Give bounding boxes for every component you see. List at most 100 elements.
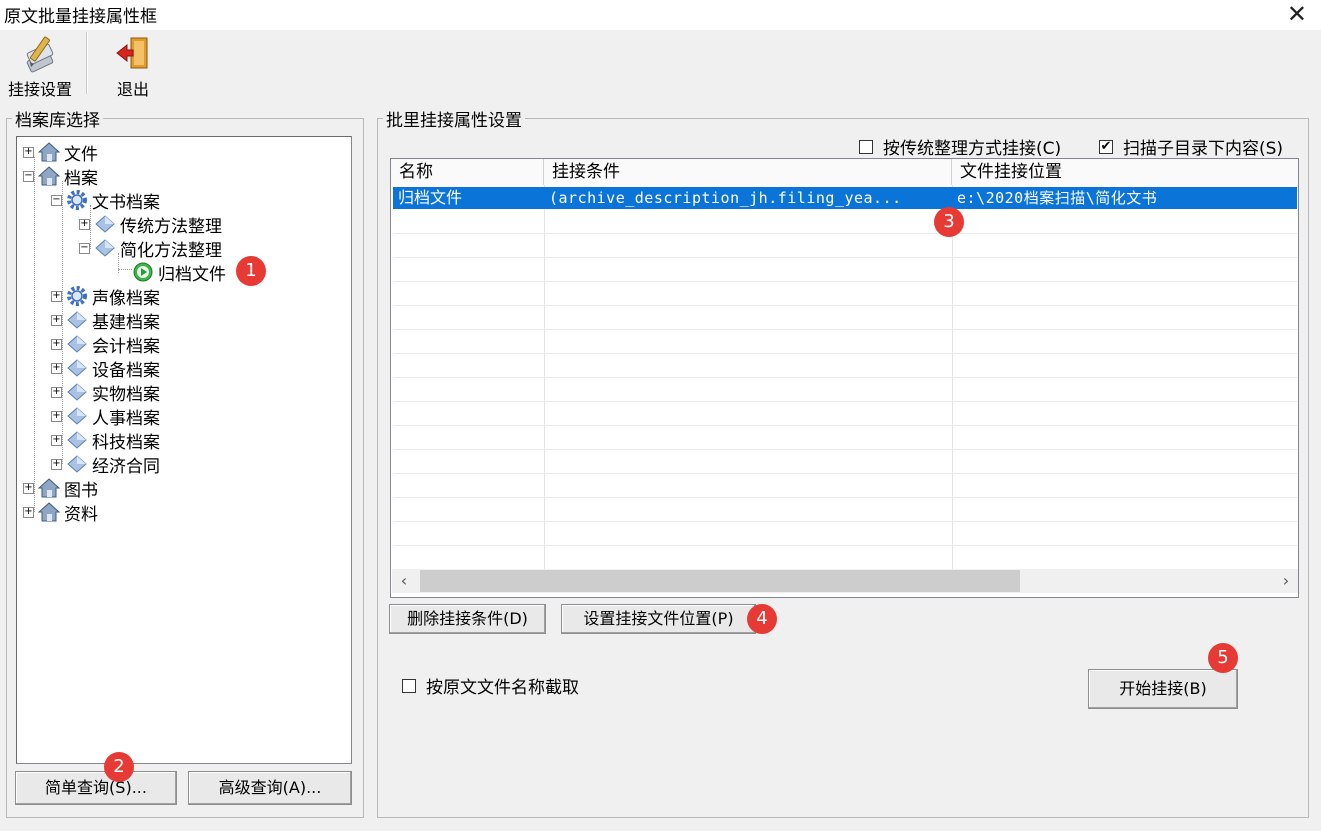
gear-icon bbox=[66, 285, 88, 307]
grid-row-line bbox=[393, 233, 1297, 234]
expand-toggle[interactable]: + bbox=[51, 386, 62, 398]
expand-toggle[interactable]: + bbox=[51, 290, 62, 302]
tree-node-tushu[interactable]: + 图书 bbox=[23, 476, 98, 501]
scroll-left-icon[interactable]: ‹ bbox=[392, 569, 416, 593]
attach-settings-button[interactable]: 挂接设置 bbox=[2, 34, 78, 100]
expand-toggle[interactable]: + bbox=[23, 506, 34, 518]
delete-condition-button[interactable]: 删除挂接条件(D) bbox=[389, 604, 546, 634]
tree-node-label: 会计档案 bbox=[92, 336, 160, 357]
start-attach-label: 开始挂接(B) bbox=[1119, 679, 1207, 698]
column-header-condition[interactable]: 挂接条件 bbox=[544, 159, 952, 185]
tree-node-ziliao[interactable]: + 资料 bbox=[23, 500, 98, 525]
toolbar: 挂接设置 退出 bbox=[0, 30, 1321, 100]
column-header-location[interactable]: 文件挂接位置 bbox=[952, 159, 1298, 185]
diamond-icon bbox=[66, 381, 88, 403]
tree-line bbox=[34, 157, 35, 512]
expand-toggle[interactable]: + bbox=[51, 362, 62, 374]
tree-node-label: 基建档案 bbox=[92, 312, 160, 333]
archive-library-title: 档案库选择 bbox=[15, 111, 100, 131]
scan-subdir-checkbox-box[interactable]: ✔ bbox=[1099, 139, 1113, 154]
tree-node-shebei[interactable]: + 设备档案 bbox=[51, 356, 160, 381]
tree-node-label: 传统方法整理 bbox=[120, 216, 222, 237]
attach-settings-label: 挂接设置 bbox=[7, 80, 72, 99]
tree-node-label: 经济合同 bbox=[92, 456, 160, 477]
simple-query-label: 简单查询(S)... bbox=[45, 778, 147, 797]
grid-row-line bbox=[393, 329, 1297, 330]
attach-grid[interactable]: 名称 挂接条件 文件挂接位置 归档文件 (archive_description… bbox=[390, 158, 1299, 598]
truncate-checkbox-box[interactable] bbox=[402, 678, 416, 693]
play-circle-icon bbox=[132, 261, 154, 283]
annotation-badge: 4 bbox=[747, 604, 777, 634]
tree-node-label: 简化方法整理 bbox=[120, 240, 222, 261]
house-icon bbox=[37, 165, 61, 187]
traditional-checkbox-box[interactable] bbox=[859, 139, 873, 154]
expand-toggle[interactable]: + bbox=[23, 482, 34, 494]
tree-node-dangan[interactable]: − 档案 bbox=[23, 164, 98, 189]
tree-node-label: 声像档案 bbox=[92, 288, 160, 309]
expand-toggle[interactable]: + bbox=[51, 314, 62, 326]
expand-toggle[interactable]: + bbox=[51, 338, 62, 350]
archive-tree[interactable]: + 文件 − 档案 − 文书档案 + 传统方法整理 − 简化方法整理 归档文件 … bbox=[16, 136, 352, 764]
annotation-badge: 1 bbox=[236, 256, 266, 286]
expand-toggle[interactable]: + bbox=[51, 458, 62, 470]
horizontal-scrollbar[interactable]: ‹ › bbox=[392, 569, 1298, 593]
scrollbar-thumb[interactable] bbox=[420, 570, 1020, 592]
grid-row-line bbox=[393, 401, 1297, 402]
grid-row-line bbox=[393, 497, 1297, 498]
tree-node-chuantong[interactable]: + 传统方法整理 bbox=[79, 212, 222, 237]
collapse-toggle[interactable]: − bbox=[79, 242, 90, 254]
cell-condition: (archive_description_jh.filing_yea... bbox=[549, 189, 902, 207]
expand-toggle[interactable]: + bbox=[79, 218, 90, 230]
tree-node-label: 科技档案 bbox=[92, 432, 160, 453]
set-location-button[interactable]: 设置挂接文件位置(P) bbox=[561, 604, 756, 634]
tree-node-jianhua[interactable]: − 简化方法整理 bbox=[79, 236, 222, 261]
scroll-right-icon[interactable]: › bbox=[1274, 569, 1298, 593]
annotation-badge: 2 bbox=[104, 752, 134, 782]
close-icon[interactable]: ✕ bbox=[1287, 0, 1307, 28]
truncate-checkbox-label: 按原文文件名称截取 bbox=[426, 678, 579, 698]
tree-node-wenshu[interactable]: − 文书档案 bbox=[51, 188, 160, 213]
grid-row-line bbox=[393, 353, 1297, 354]
truncate-checkbox[interactable]: 按原文文件名称截取 bbox=[402, 673, 579, 698]
expand-toggle[interactable]: + bbox=[51, 410, 62, 422]
tree-line bbox=[118, 269, 132, 270]
expand-toggle[interactable]: + bbox=[23, 146, 34, 158]
collapse-toggle[interactable]: − bbox=[23, 170, 34, 182]
toolbar-separator bbox=[86, 32, 88, 94]
diamond-icon bbox=[66, 309, 88, 331]
tree-node-shiwu[interactable]: + 实物档案 bbox=[51, 380, 160, 405]
diamond-icon bbox=[66, 357, 88, 379]
table-row[interactable]: 归档文件 (archive_description_jh.filing_yea.… bbox=[393, 187, 1297, 209]
tree-node-kuaiji[interactable]: + 会计档案 bbox=[51, 332, 160, 357]
advanced-query-button[interactable]: 高级查询(A)... bbox=[188, 771, 352, 805]
tree-node-wenjian[interactable]: + 文件 bbox=[23, 140, 98, 165]
simple-query-button[interactable]: 简单查询(S)... bbox=[15, 771, 177, 805]
tree-node-jingji[interactable]: + 经济合同 bbox=[51, 452, 160, 477]
tree-node-label: 档案 bbox=[64, 168, 98, 189]
scan-subdir-checkbox-label: 扫描子目录下内容(S) bbox=[1123, 139, 1284, 159]
collapse-toggle[interactable]: − bbox=[51, 194, 62, 206]
grid-row-line bbox=[393, 449, 1297, 450]
tree-node-renshi[interactable]: + 人事档案 bbox=[51, 404, 160, 429]
house-icon bbox=[37, 501, 61, 523]
title-bar: 原文批量挂接属性框 ✕ bbox=[0, 0, 1321, 30]
start-attach-button[interactable]: 开始挂接(B) bbox=[1088, 669, 1238, 709]
house-icon bbox=[37, 477, 61, 499]
column-header-name[interactable]: 名称 bbox=[391, 159, 544, 185]
diamond-icon bbox=[66, 429, 88, 451]
tree-node-shengxiang[interactable]: + 声像档案 bbox=[51, 284, 160, 309]
tree-node-label: 图书 bbox=[64, 480, 98, 501]
diamond-icon bbox=[66, 333, 88, 355]
tree-node-jijian[interactable]: + 基建档案 bbox=[51, 308, 160, 333]
tree-node-keji[interactable]: + 科技档案 bbox=[51, 428, 160, 453]
expand-toggle[interactable]: + bbox=[51, 434, 62, 446]
tree-node-label: 归档文件 bbox=[158, 264, 226, 285]
batch-attach-title: 批里挂接属性设置 bbox=[386, 111, 522, 131]
grid-row-line bbox=[393, 281, 1297, 282]
grid-row-line bbox=[393, 305, 1297, 306]
traditional-checkbox[interactable]: 按传统整理方式挂接(C) bbox=[859, 134, 1061, 159]
scan-subdir-checkbox[interactable]: ✔ 扫描子目录下内容(S) bbox=[1099, 134, 1283, 159]
diamond-icon bbox=[94, 237, 116, 259]
tree-node-guidang[interactable]: 归档文件 bbox=[132, 260, 226, 285]
exit-button[interactable]: 退出 bbox=[98, 34, 168, 100]
